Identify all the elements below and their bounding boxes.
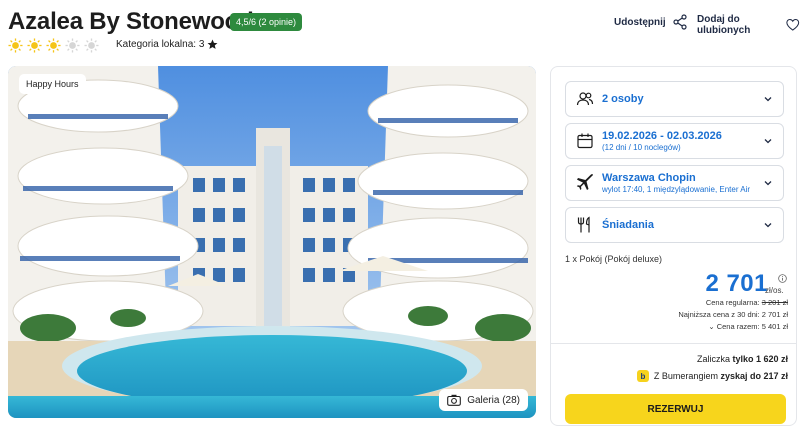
sun-filled-icon (46, 38, 61, 53)
dates-value: 19.02.2026 - 02.03.2026 (602, 130, 722, 142)
plane-icon (576, 174, 594, 192)
divider (551, 343, 796, 344)
happy-hours-tag: Happy Hours (19, 74, 86, 94)
info-icon[interactable] (778, 274, 787, 283)
sun-filled-icon (8, 38, 23, 53)
price-per-person: 2 701 (705, 270, 768, 297)
chevron-down-icon (763, 94, 773, 104)
sun-empty-icon (65, 38, 80, 53)
deposit-prefix: Zaliczka (696, 354, 733, 364)
airport-value: Warszawa Chopin (602, 172, 696, 184)
favorite-button[interactable]: Dodaj do ulubionych (697, 14, 800, 36)
dates-sub: (12 dni / 10 noclegów) (602, 143, 681, 152)
gallery-label: Galeria (28) (467, 394, 520, 406)
hotel-title: Azalea By Stonewood (8, 8, 254, 35)
star-icon (207, 39, 218, 49)
board-select[interactable]: Śniadania (565, 207, 784, 243)
users-icon (576, 90, 594, 108)
hotel-photo[interactable]: Happy Hours Galeria (28) (8, 66, 536, 418)
price-unit: zł/os. (765, 286, 784, 295)
total-price-row[interactable]: ⌄ Cena razem: 5 401 zł (678, 321, 788, 333)
heart-icon (786, 19, 800, 31)
regular-price-label: Cena regularna: (705, 298, 762, 307)
chevron-down-icon (763, 220, 773, 230)
regular-price: Cena regularna: 3 201 zł (678, 297, 788, 309)
share-label: Udostępnij (614, 16, 666, 28)
sun-rating (8, 38, 99, 53)
rating-badge[interactable]: 4,5/6 (2 opinie) (230, 13, 303, 31)
total-price: Cena razem: 5 401 zł (716, 322, 788, 331)
sun-empty-icon (84, 38, 99, 53)
sun-filled-icon (27, 38, 42, 53)
reserve-button[interactable]: REZERWUJ (565, 394, 786, 424)
boomerang-value: zyskaj do 217 zł (720, 371, 788, 381)
guests-select[interactable]: 2 osoby (565, 81, 784, 117)
flight-sub: wylot 17:40, 1 międzylądowanie, Enter Ai… (602, 185, 751, 194)
local-category-label: Kategoria lokalna: 3 (116, 39, 205, 50)
hotel-photo-image (8, 66, 536, 418)
boomerang-icon: b (636, 370, 649, 382)
price-details: Cena regularna: 3 201 zł Najniższa cena … (678, 297, 788, 333)
favorite-label: Dodaj do ulubionych (697, 14, 751, 36)
flight-select[interactable]: Warszawa Chopin wylot 17:40, 1 międzyląd… (565, 165, 784, 201)
lowest-price-30-days: Najniższa cena z 30 dni: 2 701 zł (678, 310, 788, 319)
guests-value: 2 osoby (602, 93, 644, 105)
gallery-button[interactable]: Galeria (28) (439, 389, 528, 411)
deposit-info: Zaliczka tylko 1 620 zł (697, 354, 788, 364)
boomerang-info: b Z Bumerangiem zyskaj do 217 zł (636, 370, 788, 382)
camera-icon (447, 394, 462, 406)
chevron-down-icon (763, 136, 773, 146)
regular-price-value: 3 201 zł (761, 298, 788, 307)
local-category: Kategoria lokalna: 3 (116, 39, 218, 50)
chevron-down-icon: ⌄ (708, 322, 717, 331)
share-button[interactable]: Udostępnij (614, 14, 688, 30)
boomerang-prefix: Z Bumerangiem (653, 371, 721, 381)
board-value: Śniadania (602, 219, 654, 231)
share-icon (673, 14, 687, 30)
deposit-value: tylko 1 620 zł (732, 354, 788, 364)
chevron-down-icon (763, 178, 773, 188)
dates-select[interactable]: 19.02.2026 - 02.03.2026 (12 dni / 10 noc… (565, 123, 784, 159)
room-info: 1 x Pokój (Pokój deluxe) (565, 254, 663, 264)
cutlery-icon (576, 216, 594, 234)
calendar-icon (576, 132, 594, 150)
